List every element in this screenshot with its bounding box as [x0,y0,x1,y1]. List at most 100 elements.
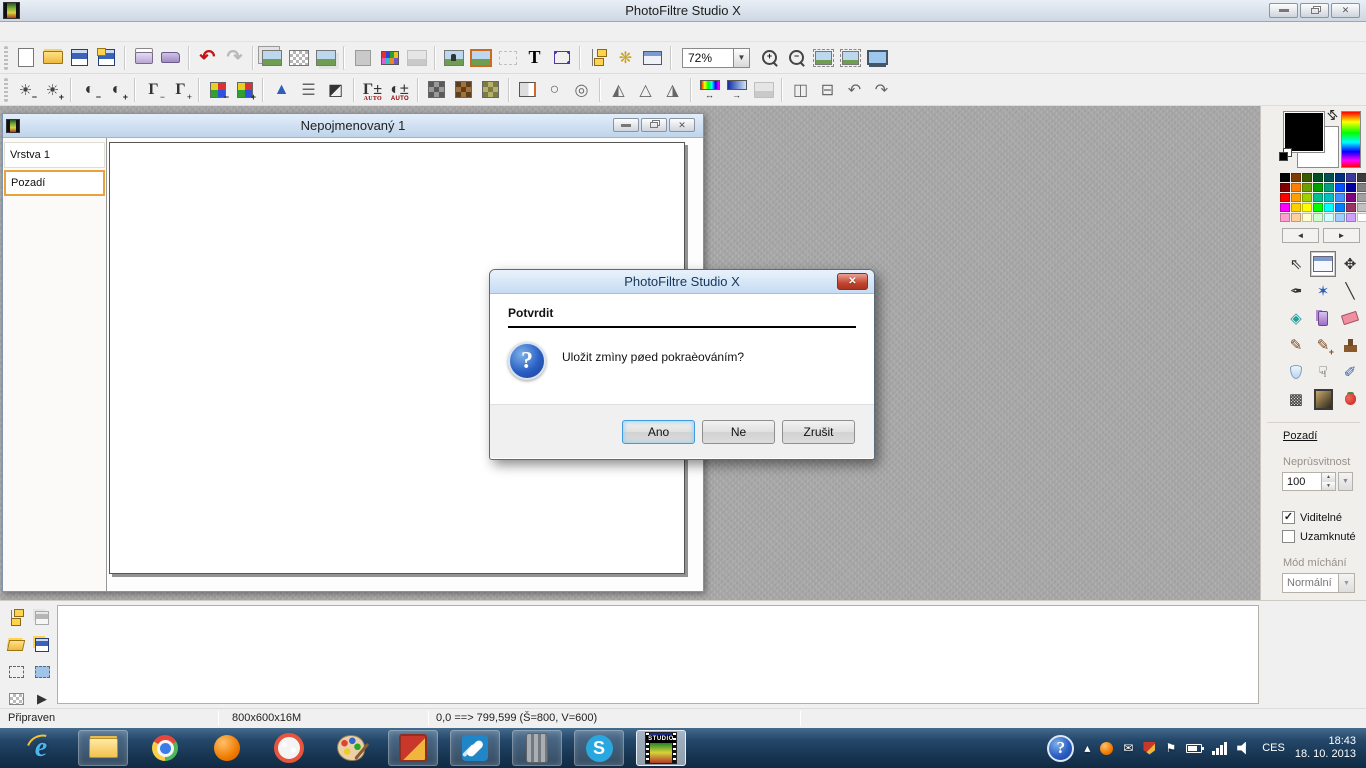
palette-swatch[interactable] [1280,213,1290,222]
palette-swatch[interactable] [1280,173,1290,182]
eyedropper-tool-icon[interactable]: ✒ [1283,278,1309,304]
locked-checkbox[interactable] [1282,530,1295,543]
emboss-button[interactable]: ◭ [605,77,632,103]
red-eye-tool-icon[interactable] [1337,386,1363,412]
old-photo-button[interactable] [477,77,504,103]
contrast-minus-button[interactable]: ◐− [76,77,103,103]
palette-swatch[interactable] [1313,183,1323,192]
taskbar-photofiltre-icon[interactable]: STUDIO [636,730,686,766]
contrast-plus-button[interactable]: ◐+ [103,77,130,103]
palette-swatch[interactable] [1280,193,1290,202]
palette-swatch[interactable] [1357,213,1366,222]
taskbar-paint-icon[interactable] [326,730,376,766]
blur-more-button[interactable]: ◎ [568,77,595,103]
menu-item[interactable] [76,30,94,34]
zoom-select[interactable]: 72% [682,48,734,68]
artistic-brush-tool-icon[interactable]: ✐ [1337,359,1363,385]
palette-swatch[interactable] [1313,203,1323,212]
zoom-full-button[interactable] [837,45,864,71]
palette-swatch[interactable] [1357,183,1366,192]
battery-icon[interactable] [1186,744,1202,753]
open-image-button[interactable] [4,633,28,657]
zoom-fit-button[interactable] [810,45,837,71]
opacity-input[interactable]: 100 [1282,472,1322,491]
menu-item[interactable] [40,30,58,34]
palette-swatch[interactable] [1357,203,1366,212]
sharpen-more-button[interactable]: ◮ [659,77,686,103]
palette-swatch[interactable] [1291,183,1301,192]
blur-button[interactable]: ○ [541,77,568,103]
taskbar-ie-icon[interactable]: e [16,730,66,766]
flip-vertical-button[interactable]: ⊟ [814,77,841,103]
palette-swatch[interactable] [1280,183,1290,192]
taskbar-chrome-icon[interactable] [140,730,190,766]
palette-swatch[interactable] [1324,183,1334,192]
taskbar-defender-icon[interactable] [388,730,438,766]
menu-item[interactable] [94,30,112,34]
opacity-dropdown-icon[interactable]: ▼ [1338,472,1353,491]
copy-image-button[interactable] [312,45,339,71]
fullscreen-button[interactable] [864,45,891,71]
hand-tool-icon[interactable]: ✥ [1337,251,1363,277]
action-center-flag-icon[interactable]: ⚑ [1165,741,1176,755]
hue-range-button[interactable]: ↔ [696,77,723,103]
explorer-tree-button[interactable] [4,606,28,630]
selection-color-button[interactable] [349,45,376,71]
palette-swatch[interactable] [1346,193,1356,202]
palette-button[interactable] [376,45,403,71]
brightness-minus-button[interactable]: ☀− [12,77,39,103]
opacity-up-icon[interactable]: ▲ [1322,473,1335,482]
blend-dropdown-icon[interactable]: ▼ [1339,573,1355,593]
scan-button[interactable] [157,45,184,71]
layer-pozadi[interactable]: Pozadí [4,170,105,196]
grayscale-button[interactable] [423,77,450,103]
palette-swatch[interactable] [1313,173,1323,182]
gamma-plus-button[interactable]: Γ+ [167,77,194,103]
palette-next-button[interactable]: ► [1323,228,1360,243]
smudge-tool-icon[interactable]: ☟ [1310,359,1336,385]
rainbow-strip[interactable] [1341,111,1361,168]
taskbar-rocket-icon[interactable] [450,730,500,766]
selection-fill-button[interactable] [30,660,54,684]
saturation-minus-button[interactable]: − [204,77,231,103]
frame-photo-button[interactable] [467,45,494,71]
palette-prev-button[interactable]: ◄ [1282,228,1319,243]
palette-swatch[interactable] [1335,213,1345,222]
blur-tool-icon[interactable] [1283,359,1309,385]
paste-selection-button[interactable] [494,45,521,71]
transparent-image-button[interactable] [285,45,312,71]
swap-colors-icon[interactable]: ⇆ [1323,105,1342,124]
help-tray-icon[interactable]: ? [1047,735,1074,762]
undo-button[interactable]: ↶ [194,45,221,71]
vector-selection-button[interactable] [548,45,575,71]
palette-swatch[interactable] [1324,213,1334,222]
zoom-dropdown-icon[interactable]: ▼ [734,48,750,68]
palette-swatch[interactable] [1302,213,1312,222]
rotate-left-button[interactable]: ↶ [841,77,868,103]
menu-item[interactable] [22,30,40,34]
invert-button[interactable]: ◩ [322,77,349,103]
layer-manager-tool-icon[interactable] [1310,251,1336,277]
gamma-minus-button[interactable]: Γ− [140,77,167,103]
sepia-button[interactable] [450,77,477,103]
redo-button[interactable]: ↷ [221,45,248,71]
open-button[interactable] [39,45,66,71]
taskbar-avast-icon[interactable] [202,730,252,766]
palette-swatch[interactable] [1357,173,1366,182]
volume-icon[interactable] [1237,742,1252,755]
no-button[interactable]: Ne [702,420,775,444]
duplicate-image-button[interactable] [258,45,285,71]
palette-swatch[interactable] [1291,213,1301,222]
copy-photo-button[interactable] [440,45,467,71]
taskbar-skype-icon[interactable]: S [574,730,624,766]
new-button[interactable] [12,45,39,71]
mesh-tool-icon[interactable]: ▩ [1283,386,1309,412]
palette-swatch[interactable] [1335,173,1345,182]
palette-swatch[interactable] [1302,183,1312,192]
menu-item[interactable] [4,30,22,34]
yes-button[interactable]: Ano [622,420,695,444]
palette-swatch[interactable] [1313,193,1323,202]
art-filter-tool-icon[interactable] [1310,386,1336,412]
palette-swatch[interactable] [1324,193,1334,202]
brightness-plus-button[interactable]: ☀+ [39,77,66,103]
